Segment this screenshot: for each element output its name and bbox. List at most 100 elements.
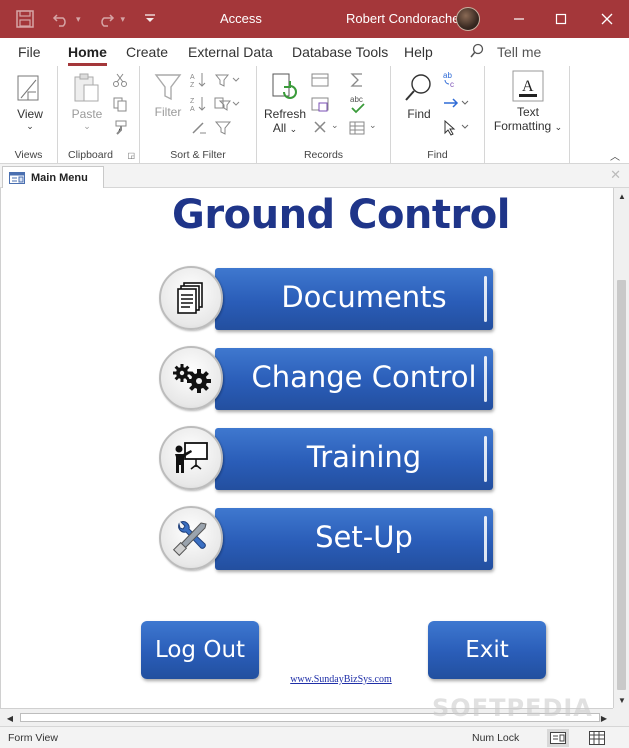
chevron-down-icon[interactable]: ▾ [121,14,126,25]
tab-main-menu[interactable]: Main Menu [2,166,104,188]
lightbulb-search-icon[interactable] [469,43,485,64]
change-control-menu-item[interactable]: Change Control [159,346,495,412]
maximize-button[interactable] [541,0,581,38]
text-formatting-line2: Formatting [493,119,552,133]
spelling-icon[interactable]: abc [349,94,367,119]
records-group: Refresh All ⌄ ⌄ abc ⌄ Records [257,66,391,164]
find-group: Find ab c Find [391,66,485,164]
dialog-launcher-icon[interactable]: ◲ [127,151,135,160]
training-button[interactable]: Training [215,428,493,490]
svg-text:c: c [450,80,454,88]
paste-button[interactable]: Paste ⌄ [66,72,108,132]
view-button[interactable]: View ⌄ [8,72,52,132]
delete-record-icon[interactable] [313,120,327,139]
minimize-button[interactable] [499,0,539,38]
training-menu-item[interactable]: Training [159,426,495,492]
replace-icon[interactable]: ab c [443,70,461,93]
save-icon[interactable] [14,8,36,30]
page-title: Ground Control [172,192,510,238]
documents-button[interactable]: Documents [215,268,493,330]
set-up-menu-item[interactable]: Set-Up [159,506,495,572]
refresh-label: Refresh [263,107,307,121]
documents-label: Documents [281,280,447,314]
go-to-arrow-icon[interactable] [443,96,469,115]
magnifier-icon [405,74,431,101]
svg-text:A: A [522,78,534,95]
tab-home[interactable]: Home [68,44,107,66]
undo-icon[interactable] [50,8,72,30]
svg-text:A: A [190,74,195,81]
filter-icon [154,74,182,101]
selection-filter-icon[interactable] [214,72,240,93]
sort-filter-group-label: Sort & Filter [170,149,226,161]
copy-icon[interactable] [112,96,128,117]
exit-button[interactable]: Exit [428,621,546,679]
tab-main-menu-label: Main Menu [31,171,88,184]
user-name[interactable]: Robert Condorache [346,11,459,26]
website-link[interactable]: www.SundayBizSys.com [1,674,629,685]
text-formatting-button[interactable]: A Text Formatting ⌄ [489,70,567,133]
totals-icon[interactable] [349,72,365,93]
scroll-up-icon[interactable]: ▲ [614,188,629,204]
tab-database-tools[interactable]: Database Tools [292,44,388,60]
select-cursor-icon[interactable] [443,119,469,141]
find-button[interactable]: Find [399,72,439,121]
tell-me-search[interactable]: Tell me [497,44,541,60]
gears-icon [159,346,223,410]
num-lock-indicator: Num Lock [472,732,520,744]
vertical-scrollbar[interactable]: ▲ ▼ [613,188,629,708]
customize-toolbar-icon[interactable] [139,8,161,30]
tab-external-data[interactable]: External Data [188,44,273,60]
view-button-label: View [17,107,43,121]
records-group-label: Records [303,149,344,161]
cut-icon[interactable] [112,72,128,93]
new-record-icon[interactable] [311,72,329,93]
status-view-name: Form View [8,732,58,744]
close-icon[interactable]: ✕ [610,167,621,183]
save-record-icon[interactable] [311,96,329,117]
tab-create[interactable]: Create [126,44,168,60]
more-records-icon[interactable] [349,120,365,141]
filter-button[interactable]: Filter [148,72,188,119]
view-icon [17,75,39,101]
presentation-icon [159,426,223,490]
refresh-all-button[interactable]: Refresh All ⌄ [263,72,307,135]
advanced-filter-icon[interactable] [214,96,240,117]
clipboard-group: Paste ⌄ Clipboard ◲ [58,66,140,164]
sort-descending-icon[interactable]: ZA [190,96,208,117]
design-view-icon[interactable] [586,729,608,747]
ribbon-tabs: File Home Create External Data Database … [0,38,629,66]
remove-sort-icon[interactable] [190,120,208,141]
close-button[interactable] [587,0,627,38]
scroll-right-icon[interactable]: ▶ [596,710,612,726]
toggle-filter-icon[interactable] [214,120,232,141]
vertical-scroll-thumb[interactable] [617,280,626,690]
redo-icon[interactable] [95,8,117,30]
watermark: SOFTPEDIA [432,694,593,722]
tools-icon [159,506,223,570]
scroll-down-icon[interactable]: ▼ [614,692,629,708]
chevron-down-icon[interactable]: ⌄ [369,120,377,131]
scroll-left-icon[interactable]: ◀ [2,710,18,726]
app-title: Access [220,11,262,26]
views-group: View ⌄ Views [0,66,58,164]
set-up-button[interactable]: Set-Up [215,508,493,570]
refresh-all-label: All [272,121,287,135]
tab-file[interactable]: File [18,44,41,60]
log-out-button[interactable]: Log Out [141,621,259,679]
avatar[interactable] [456,7,480,31]
documents-menu-item[interactable]: Documents [159,266,495,332]
sort-ascending-icon[interactable]: AZ [190,72,208,93]
format-painter-icon[interactable] [112,120,128,141]
change-control-button[interactable]: Change Control [215,348,493,410]
chevron-down-icon[interactable]: ⌄ [331,120,339,131]
find-label: Find [407,107,431,121]
refresh-icon [272,73,297,99]
collapse-ribbon-icon[interactable]: ︿ [610,148,620,163]
tab-help[interactable]: Help [404,44,433,60]
training-label: Training [306,440,422,474]
chevron-down-icon[interactable]: ▾ [76,14,81,25]
chevron-down-icon: ⌄ [554,122,563,132]
views-group-label: Views [14,149,43,161]
form-view-icon[interactable] [547,729,569,747]
